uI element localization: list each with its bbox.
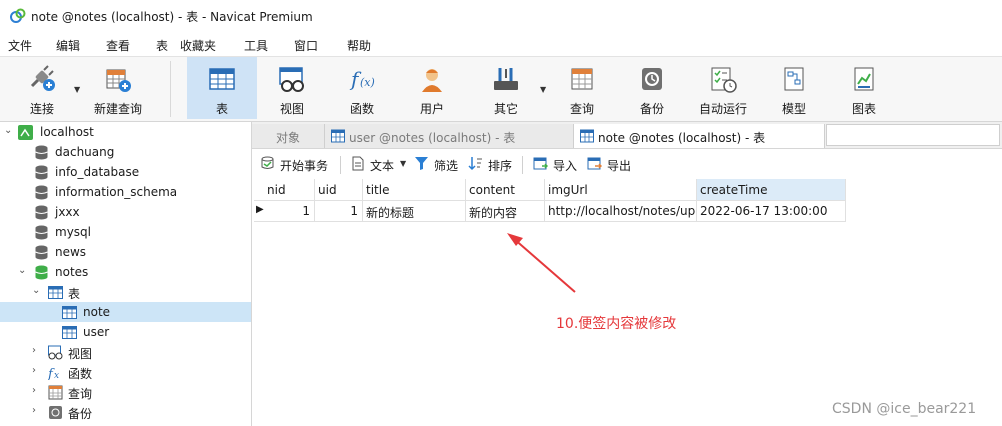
annotation-text: 10.便签内容被修改 [556, 316, 677, 332]
annotation-arrow [507, 233, 576, 293]
watermark: CSDN @ice_bear221 [832, 401, 977, 417]
